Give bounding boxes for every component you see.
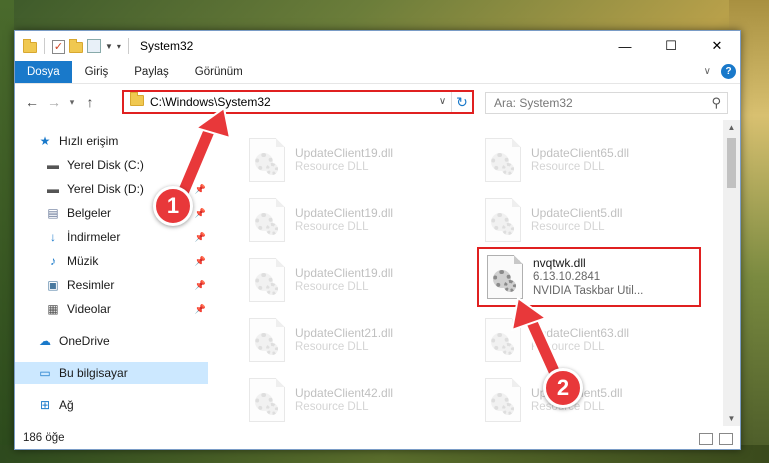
sidebar-item-quick-access[interactable]: ★ Hızlı erişim <box>15 130 208 152</box>
dll-file-icon <box>485 378 521 422</box>
dll-file-icon <box>485 138 521 182</box>
music-icon: ♪ <box>50 254 56 268</box>
list-item[interactable]: UpdateClient42.dll Resource DLL <box>237 370 461 426</box>
list-item[interactable]: UpdateClient63.dll Resource DLL <box>473 310 697 370</box>
tab-share[interactable]: Paylaş <box>121 61 182 83</box>
pin-icon[interactable]: 📌 <box>195 232 206 243</box>
address-dropdown-icon[interactable]: ∨ <box>434 92 452 112</box>
chevron-down-icon[interactable]: ▼ <box>105 42 113 51</box>
details-view-icon[interactable] <box>699 433 713 445</box>
step-badge-1: 1 <box>153 186 193 226</box>
scroll-up-icon[interactable]: ▲ <box>723 123 740 132</box>
list-item[interactable]: UpdateClient19.dll Resource DLL <box>237 130 461 190</box>
explorer-window: ✓ ▼ ▾ System32 — ☐ ✕ Dosya Giriş Paylaş … <box>14 30 741 450</box>
customize-icon[interactable] <box>87 39 101 53</box>
folder-icon <box>130 92 144 106</box>
star-icon: ★ <box>39 134 51 148</box>
forward-arrow-icon[interactable]: → <box>43 94 65 110</box>
sidebar-item-this-pc[interactable]: ▭ Bu bilgisayar <box>15 362 208 384</box>
pin-icon[interactable]: 📌 <box>195 280 206 291</box>
list-item[interactable]: UpdateClient19.dll Resource DLL <box>237 250 461 310</box>
download-icon: ↓ <box>50 230 56 244</box>
dll-file-icon <box>249 258 285 302</box>
pin-icon[interactable]: 📌 <box>195 208 206 219</box>
quick-access-toolbar: ✓ ▼ ▾ <box>15 38 132 54</box>
dll-file-icon <box>249 318 285 362</box>
close-button[interactable]: ✕ <box>694 31 740 61</box>
up-arrow-icon[interactable]: ↑ <box>79 94 101 110</box>
documents-icon: ▤ <box>47 206 59 220</box>
properties-icon[interactable]: ✓ <box>52 39 65 54</box>
vertical-scrollbar[interactable]: ▲ ▼ <box>723 120 740 426</box>
folder-icon <box>23 39 37 53</box>
list-item[interactable]: UpdateClient5.dllResource DLL <box>473 370 697 426</box>
expand-ribbon-icon[interactable]: ∨ <box>704 66 711 77</box>
videos-icon: ▦ <box>47 302 59 316</box>
item-count: 186 öğe <box>23 432 65 444</box>
dll-file-icon <box>249 198 285 242</box>
cloud-icon: ☁ <box>39 334 51 348</box>
network-icon: ⊞ <box>39 398 51 412</box>
quick-access-dropdown-icon[interactable]: ▾ <box>117 42 121 51</box>
list-item[interactable]: UpdateClient19.dll Resource DLL <box>237 190 461 250</box>
address-path[interactable]: C:\Windows\System32 <box>150 95 434 109</box>
help-icon[interactable]: ? <box>721 64 736 79</box>
list-item[interactable]: UpdateClient65.dll Resource DLL <box>473 130 697 190</box>
drive-icon: ▬ <box>47 182 59 196</box>
sidebar-item-music[interactable]: ♪ Müzik 📌 <box>15 250 208 272</box>
sidebar-item-network[interactable]: ⊞ Ağ <box>15 394 208 416</box>
sidebar-item-videos[interactable]: ▦ Videolar 📌 <box>15 298 208 320</box>
list-item[interactable]: UpdateClient5.dllResource DLL <box>473 190 697 250</box>
tab-home[interactable]: Giriş <box>72 61 122 83</box>
navigation-pane: ★ Hızlı erişim ▬ Yerel Disk (C:) ▬ Yerel… <box>15 120 208 426</box>
recent-locations-icon[interactable]: ▾ <box>65 97 79 108</box>
sidebar-item-onedrive[interactable]: ☁ OneDrive <box>15 330 208 352</box>
pin-icon[interactable]: 📌 <box>195 304 206 315</box>
maximize-button[interactable]: ☐ <box>648 31 694 61</box>
search-placeholder: Ara: System32 <box>494 96 573 110</box>
sidebar-item-downloads[interactable]: ↓ İndirmeler 📌 <box>15 226 208 248</box>
dll-file-icon <box>485 198 521 242</box>
pictures-icon: ▣ <box>47 278 59 292</box>
address-bar[interactable]: C:\Windows\System32 ∨ ↻ <box>122 90 474 114</box>
back-arrow-icon[interactable]: ← <box>21 94 43 110</box>
scroll-down-icon[interactable]: ▼ <box>723 414 740 423</box>
dll-file-icon <box>487 255 523 299</box>
navigation-bar: ← → ▾ ↑ C:\Windows\System32 ∨ ↻ Ara: Sys… <box>15 84 740 120</box>
window-title: System32 <box>139 39 194 53</box>
search-icon[interactable]: ⚲ <box>711 95 721 111</box>
target-dll-file[interactable]: nvqtwk.dll 6.13.10.2841 NVIDIA Taskbar Uti… <box>477 247 701 307</box>
dll-file-icon <box>249 138 285 182</box>
ribbon-tabs: Dosya Giriş Paylaş Görünüm ∨ ? <box>15 61 740 84</box>
status-bar: 186 öğe <box>15 427 740 449</box>
search-input[interactable]: Ara: System32 ⚲ <box>485 92 728 114</box>
tab-view[interactable]: Görünüm <box>182 61 256 83</box>
step-badge-2: 2 <box>543 368 583 408</box>
pin-icon[interactable]: 📌 <box>195 256 206 267</box>
sidebar-item-local-disk-c[interactable]: ▬ Yerel Disk (C:) <box>15 154 208 176</box>
large-icons-view-icon[interactable] <box>719 433 733 445</box>
computer-icon: ▭ <box>39 366 51 380</box>
tab-file[interactable]: Dosya <box>15 61 72 83</box>
dll-file-icon <box>249 378 285 422</box>
dll-file-icon <box>485 318 521 362</box>
drive-icon: ▬ <box>47 158 59 172</box>
sidebar-item-pictures[interactable]: ▣ Resimler 📌 <box>15 274 208 296</box>
scrollbar-thumb[interactable] <box>727 138 736 188</box>
list-item[interactable]: UpdateClient21.dll Resource DLL <box>237 310 461 370</box>
refresh-icon[interactable]: ↻ <box>452 94 472 111</box>
title-bar: ✓ ▼ ▾ System32 — ☐ ✕ <box>15 31 740 61</box>
file-list: UpdateClient19.dll Resource DLL UpdateCli… <box>223 120 723 426</box>
minimize-button[interactable]: — <box>602 31 648 61</box>
new-folder-icon[interactable] <box>69 39 83 53</box>
pin-icon[interactable]: 📌 <box>195 184 206 195</box>
